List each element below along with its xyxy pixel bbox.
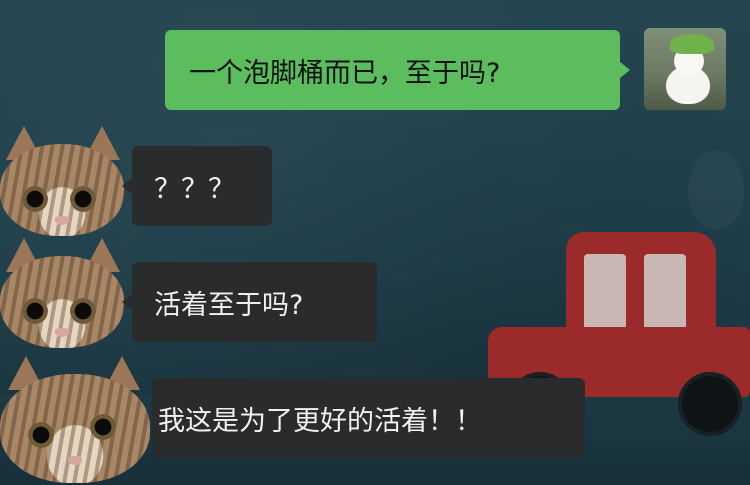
cat-eye bbox=[22, 298, 48, 324]
contact-avatar[interactable] bbox=[0, 126, 124, 236]
bubble-tail bbox=[122, 294, 132, 310]
car-wheel bbox=[678, 372, 742, 436]
car-window bbox=[644, 254, 686, 330]
message-text: 我这是为了更好的活着！！ bbox=[158, 405, 482, 437]
cat-face bbox=[0, 374, 150, 483]
car-window bbox=[584, 254, 626, 330]
contact-avatar[interactable] bbox=[0, 356, 150, 483]
cat-nose bbox=[68, 456, 82, 465]
cat-nose bbox=[55, 328, 69, 337]
bubble-tail bbox=[122, 178, 132, 194]
cat-nose bbox=[55, 216, 69, 225]
leaf-hat-icon bbox=[670, 34, 714, 54]
contact-avatar[interactable] bbox=[0, 238, 124, 348]
message-bubble-sent[interactable]: 一个泡脚桶而已，至于吗? bbox=[165, 30, 620, 110]
background-decoration bbox=[688, 150, 744, 230]
cat-eye bbox=[90, 414, 116, 440]
cat-eye bbox=[70, 298, 96, 324]
car-roof bbox=[566, 232, 716, 340]
message-bubble-received[interactable]: ？？？ bbox=[132, 146, 272, 226]
message-text: 活着至于吗? bbox=[154, 289, 304, 321]
cat-eye bbox=[22, 186, 48, 212]
cat-face bbox=[0, 144, 124, 236]
message-text: ？？？ bbox=[154, 173, 235, 205]
message-text: 一个泡脚桶而已，至于吗? bbox=[189, 57, 501, 89]
cat-face bbox=[0, 256, 124, 348]
cat-eye bbox=[70, 186, 96, 212]
message-bubble-received[interactable]: 我这是为了更好的活着！！ bbox=[152, 378, 585, 458]
self-avatar[interactable] bbox=[644, 28, 726, 110]
bubble-tail bbox=[620, 62, 630, 78]
message-bubble-received[interactable]: 活着至于吗? bbox=[132, 262, 377, 342]
cat-eye bbox=[28, 422, 54, 448]
